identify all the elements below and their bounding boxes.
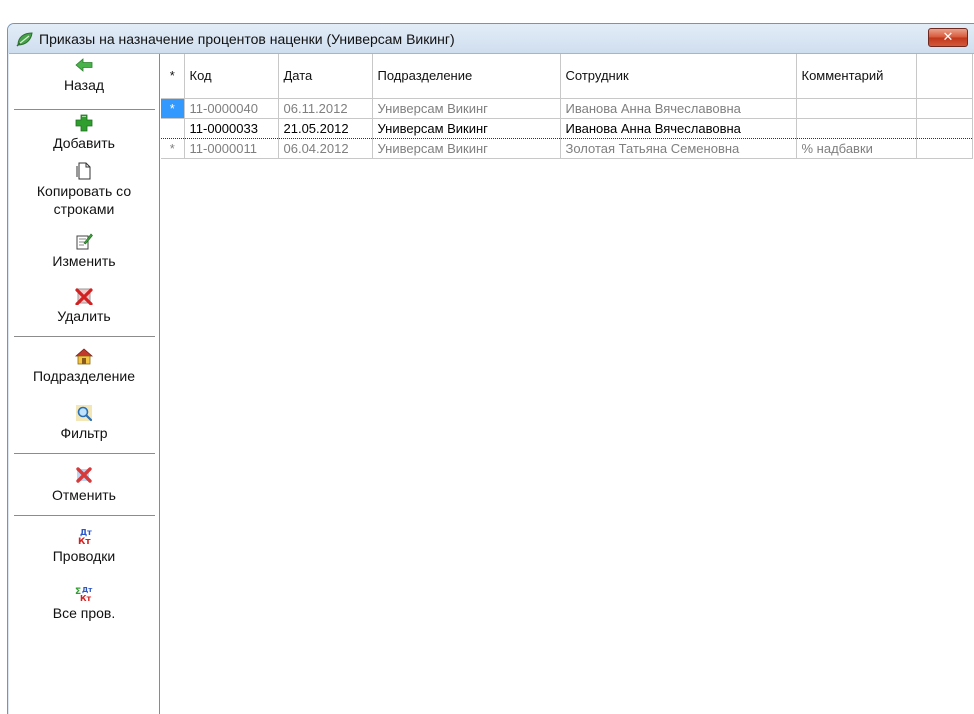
add-label: Добавить — [53, 135, 115, 151]
cell-filler — [916, 98, 973, 119]
cell-division[interactable]: Универсам Викинг — [372, 98, 561, 119]
cancel-button[interactable]: Отменить — [9, 466, 159, 504]
row-marker[interactable]: * — [161, 138, 185, 159]
copy-document-icon — [76, 162, 91, 180]
svg-text:Кт: Кт — [80, 594, 92, 602]
cell-division[interactable]: Универсам Викинг — [372, 117, 561, 139]
orders-grid[interactable]: * Код Дата Подразделение Сотрудник Комме… — [161, 54, 974, 714]
edit-button[interactable]: Изменить — [9, 232, 159, 270]
column-header-employee[interactable]: Сотрудник — [560, 54, 797, 99]
house-icon — [75, 348, 93, 365]
title-bar[interactable]: Приказы на назначение процентов наценки … — [8, 24, 974, 53]
edit-note-icon — [76, 233, 93, 250]
back-label: Назад — [63, 77, 105, 93]
arrow-left-icon — [75, 58, 93, 72]
column-header-comment[interactable]: Комментарий — [796, 54, 917, 99]
svg-text:Кт: Кт — [78, 537, 91, 545]
toolbar-separator — [14, 515, 155, 516]
cell-comment[interactable] — [796, 98, 917, 119]
column-header-date[interactable]: Дата — [278, 54, 373, 99]
cell-code[interactable]: 11-0000040 — [184, 98, 279, 119]
window-body: Назад Добавить Копировать со строками Из… — [9, 53, 974, 714]
cell-employee[interactable]: Иванова Анна Вячеславовна — [560, 117, 797, 139]
svg-text:Дт: Дт — [82, 586, 93, 594]
table-row[interactable]: * 11-0000011 06.04.2012 Универсам Викинг… — [161, 138, 973, 159]
toolbar: Назад Добавить Копировать со строками Из… — [9, 54, 160, 714]
filter-button[interactable]: Фильтр — [9, 404, 159, 442]
row-marker[interactable] — [161, 117, 185, 139]
toolbar-separator — [14, 109, 155, 110]
cancel-label: Отменить — [52, 487, 116, 503]
cell-date[interactable]: 06.11.2012 — [278, 98, 373, 119]
copy-with-lines-button[interactable]: Копировать со строками — [9, 162, 159, 218]
toolbar-separator — [14, 453, 155, 454]
row-marker[interactable]: * — [161, 98, 185, 119]
cancel-x-icon — [76, 467, 92, 483]
debit-credit-icon: Дт Кт — [78, 528, 92, 545]
window-title: Приказы на назначение процентов наценки … — [39, 31, 455, 47]
toolbar-separator — [14, 336, 155, 337]
delete-label: Удалить — [57, 308, 111, 324]
division-label: Подразделение — [32, 368, 136, 384]
cell-date[interactable]: 06.04.2012 — [278, 138, 373, 159]
back-button[interactable]: Назад — [9, 56, 159, 94]
table-row[interactable]: 11-0000033 21.05.2012 Универсам Викинг И… — [161, 117, 973, 139]
cell-employee[interactable]: Иванова Анна Вячеславовна — [560, 98, 797, 119]
column-header-code[interactable]: Код — [184, 54, 279, 99]
column-header-marker[interactable]: * — [161, 54, 185, 99]
all-postings-label: Все пров. — [52, 605, 116, 621]
main-window: Приказы на назначение процентов наценки … — [7, 23, 974, 714]
delete-button[interactable]: Удалить — [9, 287, 159, 325]
copy-label-line2: строками — [53, 201, 115, 217]
cell-comment[interactable]: % надбавки — [796, 138, 917, 159]
copy-label-line1: Копировать со — [36, 183, 132, 199]
postings-button[interactable]: Дт Кт Проводки — [9, 527, 159, 565]
magnifier-icon — [76, 405, 93, 422]
cell-date[interactable]: 21.05.2012 — [278, 117, 373, 139]
edit-label: Изменить — [52, 253, 116, 269]
cell-filler — [916, 138, 973, 159]
cell-comment[interactable] — [796, 117, 917, 139]
division-button[interactable]: Подразделение — [9, 347, 159, 385]
cell-code[interactable]: 11-0000011 — [184, 138, 279, 159]
filter-label: Фильтр — [60, 425, 108, 441]
all-postings-button[interactable]: Σ Дт Кт Все пров. — [9, 584, 159, 622]
column-header-division[interactable]: Подразделение — [372, 54, 561, 99]
delete-x-icon — [75, 288, 93, 305]
svg-text:Дт: Дт — [80, 528, 92, 537]
cell-employee[interactable]: Золотая Татьяна Семеновна — [560, 138, 797, 159]
postings-label: Проводки — [52, 548, 116, 564]
add-button[interactable]: Добавить — [9, 114, 159, 152]
cell-code[interactable]: 11-0000033 — [184, 117, 279, 139]
sum-debit-credit-icon: Σ Дт Кт — [75, 586, 93, 602]
plus-icon — [75, 114, 93, 132]
leaf-icon — [16, 32, 33, 47]
close-button[interactable]: ✕ — [928, 28, 968, 47]
cell-filler — [916, 117, 973, 139]
table-header-row: * Код Дата Подразделение Сотрудник Комме… — [161, 54, 973, 99]
column-header-filler — [916, 54, 973, 99]
table-row[interactable]: * 11-0000040 06.11.2012 Универсам Викинг… — [161, 98, 973, 119]
orders-table: * Код Дата Подразделение Сотрудник Комме… — [161, 54, 973, 159]
cell-division[interactable]: Универсам Викинг — [372, 138, 561, 159]
